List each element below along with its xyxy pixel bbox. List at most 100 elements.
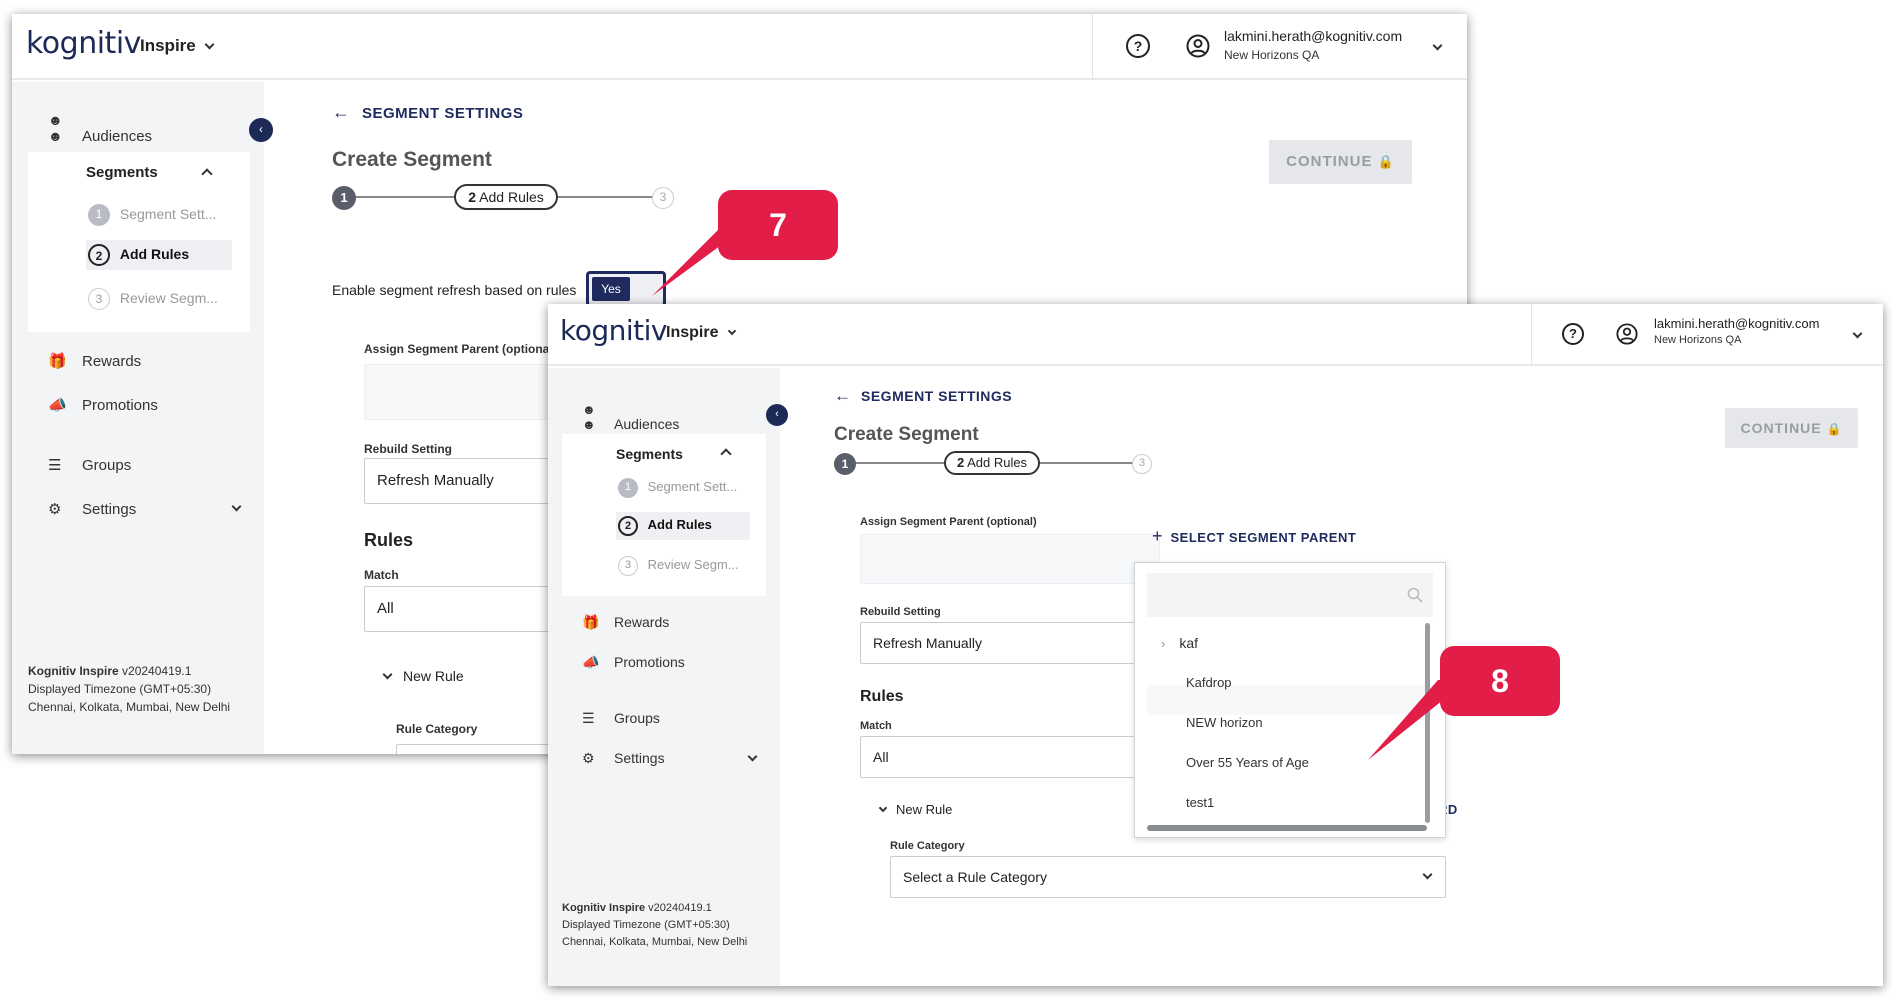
continue-button[interactable]: CONTINUE 🔒: [1269, 140, 1412, 184]
sidebar-item-audiences[interactable]: ☻☻ Audiences: [48, 112, 152, 145]
rule-category-select[interactable]: Select a Rule Category: [890, 856, 1446, 898]
top-header: kognitiv Inspire ? lakmini.herath@kognit…: [548, 304, 1883, 366]
megaphone-icon: 📣: [582, 654, 600, 670]
rebuild-label: Rebuild Setting: [364, 442, 452, 456]
sidebar-item-settings[interactable]: ⚙ Settings: [582, 750, 762, 767]
step-label: Review Segm...: [647, 557, 739, 573]
dropdown-item[interactable]: NEW horizon: [1186, 715, 1263, 730]
sidebar-label: Promotions: [614, 654, 685, 670]
layers-icon: ☰: [582, 710, 595, 726]
sidebar-item-groups[interactable]: ☰ Groups: [582, 710, 660, 727]
sidebar-step-1[interactable]: 1 Segment Sett...: [88, 204, 216, 226]
parent-label: Assign Segment Parent (optional): [860, 516, 1037, 528]
sidebar-item-promotions[interactable]: 📣 Promotions: [48, 396, 158, 414]
dropdown-item[interactable]: Kafdrop: [1186, 675, 1232, 690]
parent-label: Assign Segment Parent (optional): [364, 342, 557, 356]
app-switcher[interactable]: Inspire: [666, 324, 737, 342]
user-avatar-icon[interactable]: [1616, 323, 1638, 345]
new-rule-toggle[interactable]: New Rule: [878, 802, 953, 817]
select-parent-button[interactable]: + SELECT SEGMENT PARENT: [1152, 526, 1356, 547]
sidebar-label: Groups: [614, 710, 660, 726]
user-menu-chevron[interactable]: [1852, 324, 1863, 342]
stepper-step-3[interactable]: 3: [1132, 454, 1152, 474]
logo-text: kognitiv: [26, 26, 141, 61]
megaphone-icon: 📣: [48, 397, 67, 414]
rule-category-placeholder: Select a Rule Category: [903, 869, 1047, 885]
footer-version: v20240419.1: [118, 664, 192, 678]
step-label: Segment Sett...: [647, 479, 738, 495]
collapse-sidebar-button[interactable]: ‹: [766, 404, 788, 426]
stepper-step-1[interactable]: 1: [332, 186, 356, 210]
sidebar-item-segments[interactable]: Segments: [86, 164, 158, 181]
chevron-down-icon: [205, 39, 215, 50]
step-number: 2: [468, 189, 477, 205]
dropdown-horizontal-scrollbar[interactable]: [1147, 825, 1427, 831]
match-label: Match: [364, 568, 399, 582]
chevron-down-icon: [747, 751, 758, 762]
footer-timezone: Displayed Timezone (GMT+05:30): [562, 919, 730, 931]
app-switcher[interactable]: Inspire: [140, 36, 215, 56]
new-rule-label: New Rule: [896, 802, 953, 817]
sidebar-label: Promotions: [82, 397, 158, 414]
rebuild-select[interactable]: Refresh Manually: [860, 622, 1160, 664]
rebuild-value: Refresh Manually: [873, 635, 982, 651]
new-rule-toggle[interactable]: New Rule: [382, 668, 464, 684]
user-avatar-icon[interactable]: [1186, 34, 1210, 58]
kognitiv-logo[interactable]: kognitiv: [560, 314, 667, 347]
parent-field[interactable]: [860, 534, 1160, 584]
sidebar-item-segments[interactable]: Segments: [616, 446, 683, 462]
step-number: 2: [956, 455, 965, 470]
user-email: lakmini.herath@kognitiv.com: [1654, 316, 1820, 331]
stepper-step-2[interactable]: 2 Add Rules: [944, 451, 1040, 475]
audiences-icon: ☻☻: [48, 112, 63, 144]
stepper-step-1[interactable]: 1: [834, 453, 856, 475]
dropdown-search-input[interactable]: [1147, 573, 1433, 617]
sidebar: ‹ ☻☻ Audiences Segments 1 Segment Sett...…: [12, 82, 273, 754]
chevron-up-icon[interactable]: [201, 168, 213, 180]
sidebar-item-groups[interactable]: ☰ Groups: [48, 456, 131, 474]
sidebar-item-audiences[interactable]: ☻☻ Audiences: [582, 402, 679, 432]
stepper-step-3[interactable]: 3: [652, 187, 674, 209]
match-select[interactable]: All: [860, 736, 1160, 778]
sidebar-step-1[interactable]: 1 Segment Sett...: [618, 478, 737, 498]
sidebar-item-settings[interactable]: ⚙ Settings: [48, 500, 248, 518]
sidebar-item-rewards[interactable]: 🎁 Rewards: [582, 614, 669, 631]
footer-cities: Chennai, Kolkata, Mumbai, New Delhi: [562, 936, 748, 948]
collapse-sidebar-button[interactable]: ‹: [249, 118, 273, 142]
gear-icon: ⚙: [582, 750, 595, 766]
search-icon: [1407, 587, 1423, 603]
user-email: lakmini.herath@kognitiv.com: [1224, 28, 1403, 44]
stepper: 1 2 Add Rules 3: [332, 184, 682, 210]
sidebar-step-2[interactable]: 2 Add Rules: [618, 516, 712, 536]
sidebar-item-rewards[interactable]: 🎁 Rewards: [48, 352, 141, 370]
sidebar-step-2[interactable]: 2 Add Rules: [88, 244, 189, 266]
dropdown-item[interactable]: test1: [1186, 795, 1214, 810]
help-icon[interactable]: ?: [1126, 34, 1150, 58]
back-link[interactable]: ← SEGMENT SETTINGS: [834, 386, 1012, 406]
continue-button[interactable]: CONTINUE 🔒: [1725, 408, 1858, 448]
rule-category-label: Rule Category: [396, 722, 478, 736]
chevron-down-icon: [878, 803, 888, 813]
stepper-step-2[interactable]: 2 Add Rules: [454, 184, 558, 210]
user-menu-chevron[interactable]: [1432, 36, 1443, 54]
sidebar-step-3[interactable]: 3 Review Segm...: [618, 556, 739, 576]
help-icon[interactable]: ?: [1562, 323, 1584, 345]
gift-icon: 🎁: [582, 614, 600, 630]
callout-8: 8: [1440, 646, 1560, 716]
sidebar-item-promotions[interactable]: 📣 Promotions: [582, 654, 685, 671]
footer-brand: Kognitiv Inspire: [562, 902, 646, 914]
header-divider: [1092, 14, 1093, 80]
step-label: Add Rules: [647, 517, 712, 533]
back-link-label: SEGMENT SETTINGS: [362, 105, 524, 122]
arrow-left-icon: ←: [332, 102, 350, 122]
app-footer: Kognitiv Inspire v20240419.1 Displayed T…: [562, 900, 747, 951]
back-link[interactable]: ← SEGMENT SETTINGS: [332, 102, 523, 123]
sidebar-step-3[interactable]: 3 Review Segm...: [88, 288, 218, 310]
kognitiv-logo[interactable]: kognitiv: [26, 26, 141, 61]
chevron-up-icon[interactable]: [720, 448, 732, 460]
sidebar-label: Rewards: [82, 353, 142, 370]
dropdown-item[interactable]: Over 55 Years of Age: [1186, 755, 1309, 770]
chevron-down-icon: [727, 326, 737, 336]
dropdown-item[interactable]: › kaf: [1161, 635, 1198, 651]
chevron-right-icon: ›: [1161, 636, 1166, 651]
